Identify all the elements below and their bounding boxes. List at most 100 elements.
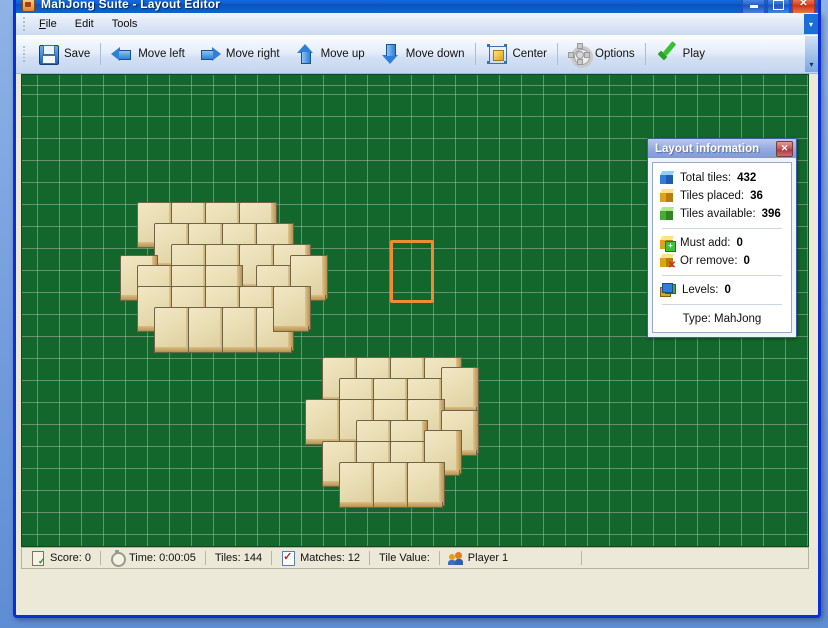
arrow-up-icon — [294, 43, 316, 65]
menu-item-edit[interactable]: Edit — [66, 15, 103, 33]
info-row-value: 396 — [761, 208, 781, 220]
info-row-label: Tiles available: — [680, 208, 756, 220]
info-panel-body: Total tiles: 432 Tiles placed: 36 Tiles … — [652, 162, 792, 333]
arrow-down-icon — [379, 43, 401, 65]
arrow-left-icon — [111, 43, 133, 65]
layout-board[interactable]: Layout information ✕ Total tiles: 432 Ti… — [21, 74, 809, 547]
menu-overflow-button[interactable]: ▾ — [804, 14, 818, 34]
close-icon: ✕ — [799, 0, 808, 9]
toolbar: Save Move left Move right Move up Move d… — [16, 35, 818, 74]
toolbar-separator — [557, 43, 559, 65]
board-tile[interactable] — [339, 462, 377, 508]
status-player: Player 1 — [440, 549, 517, 567]
info-row-levels: Levels: 0 — [660, 281, 784, 299]
move-left-button[interactable]: Move left — [104, 39, 192, 69]
matches-icon: ✓ — [281, 551, 296, 566]
status-tile-value: Tile Value: — [370, 549, 439, 567]
chevron-down-icon: ▾ — [809, 60, 814, 69]
options-button-label: Options — [595, 48, 635, 60]
green-check-icon — [656, 41, 678, 65]
board-tile[interactable] — [154, 307, 192, 353]
board-tile[interactable] — [305, 399, 343, 445]
status-player-text: Player 1 — [467, 552, 509, 564]
menu-item-tools[interactable]: Tools — [103, 15, 147, 33]
status-time-text: Time: 0:00:05 — [128, 552, 196, 564]
info-panel-divider — [662, 275, 782, 276]
tile-cursor[interactable] — [390, 240, 434, 303]
info-panel-type: Type: MahJong — [682, 313, 762, 325]
board-tile[interactable] — [222, 307, 260, 353]
info-row-value: 0 — [724, 284, 731, 296]
toolbar-separator — [644, 43, 646, 65]
info-row-tiles-placed: Tiles placed: 36 — [659, 187, 784, 205]
gold-cube-icon — [659, 189, 675, 203]
status-tiles-text: Tiles: 144 — [214, 552, 263, 564]
status-matches: ✓ Matches: 12 — [272, 549, 369, 567]
info-row-label: Levels: — [682, 284, 719, 296]
options-button[interactable]: Options — [561, 39, 642, 69]
gear-icon — [568, 43, 594, 68]
toolbar-separator — [474, 43, 476, 65]
info-panel-title: Layout information — [655, 142, 760, 155]
info-row-value: 36 — [750, 190, 763, 202]
chevron-down-icon: ▾ — [808, 19, 813, 29]
info-row-must-add: + Must add: 0 — [659, 234, 784, 252]
window-title: MahJong Suite - Layout Editor — [41, 0, 221, 11]
floppy-disk-icon — [37, 43, 59, 65]
board-tile[interactable] — [273, 286, 311, 332]
timer-icon — [110, 550, 126, 567]
status-separator — [581, 551, 583, 565]
save-button[interactable]: Save — [30, 39, 97, 69]
info-panel-divider — [662, 304, 782, 305]
board-tile[interactable] — [441, 367, 479, 413]
levels-icon — [660, 283, 676, 297]
move-up-button-label: Move up — [320, 48, 365, 60]
play-button[interactable]: Play — [649, 39, 712, 69]
info-row-label: Or remove: — [680, 255, 738, 267]
close-icon: ✕ — [780, 143, 789, 153]
menu-item-file[interactable]: File — [30, 15, 66, 33]
app-icon — [20, 0, 36, 12]
desktop-background: MahJong Suite - Layout Editor ✕ File Edi… — [0, 0, 828, 628]
status-tile-value-text: Tile Value: — [379, 552, 430, 564]
move-right-button[interactable]: Move right — [192, 39, 287, 69]
menu-item-edit-label: Edit — [74, 18, 94, 30]
move-right-button-label: Move right — [225, 48, 280, 60]
info-panel-close-button[interactable]: ✕ — [776, 140, 793, 157]
board-tile[interactable] — [407, 462, 445, 508]
board-tile[interactable] — [373, 462, 411, 508]
blue-cube-icon — [659, 171, 675, 185]
info-row-value: 0 — [736, 237, 743, 249]
info-panel-divider — [662, 228, 782, 229]
center-button[interactable]: Center — [479, 39, 555, 69]
info-row-tiles-available: Tiles available: 396 — [659, 205, 784, 223]
toolbar-separator — [100, 43, 102, 65]
play-button-label: Play — [682, 48, 706, 60]
info-row-value: 432 — [737, 172, 757, 184]
status-tiles: Tiles: 144 — [206, 549, 271, 567]
info-row-label: Must add: — [680, 237, 731, 249]
move-left-button-label: Move left — [138, 48, 185, 60]
player-icon — [447, 551, 463, 565]
status-score: ✓ Score: 0 — [22, 549, 100, 567]
info-row-total-tiles: Total tiles: 432 — [659, 169, 784, 187]
toolbar-overflow-button[interactable]: ▾ — [805, 36, 818, 72]
menu-item-tools-label: Tools — [111, 18, 138, 30]
info-row-or-remove: ✕ Or remove: 0 — [659, 252, 784, 271]
score-icon: ✓ — [31, 551, 46, 566]
board-tile[interactable] — [188, 307, 226, 353]
center-square-icon — [486, 43, 508, 65]
info-panel-title-bar[interactable]: Layout information ✕ — [648, 139, 796, 158]
menu-drag-handle[interactable] — [20, 16, 27, 32]
move-up-button[interactable]: Move up — [287, 39, 372, 69]
move-down-button-label: Move down — [405, 48, 465, 60]
green-cube-icon — [659, 207, 675, 221]
toolbar-drag-handle[interactable] — [20, 46, 27, 62]
cube-add-icon: + — [659, 236, 676, 252]
application-window: MahJong Suite - Layout Editor ✕ File Edi… — [13, 0, 821, 618]
info-row-label: Tiles placed: — [680, 190, 745, 202]
move-down-button[interactable]: Move down — [372, 39, 472, 69]
status-matches-text: Matches: 12 — [300, 552, 361, 564]
status-score-text: Score: 0 — [50, 552, 91, 564]
status-bar: ✓ Score: 0 Time: 0:00:05 Tiles: 144 ✓ Ma… — [21, 547, 809, 569]
